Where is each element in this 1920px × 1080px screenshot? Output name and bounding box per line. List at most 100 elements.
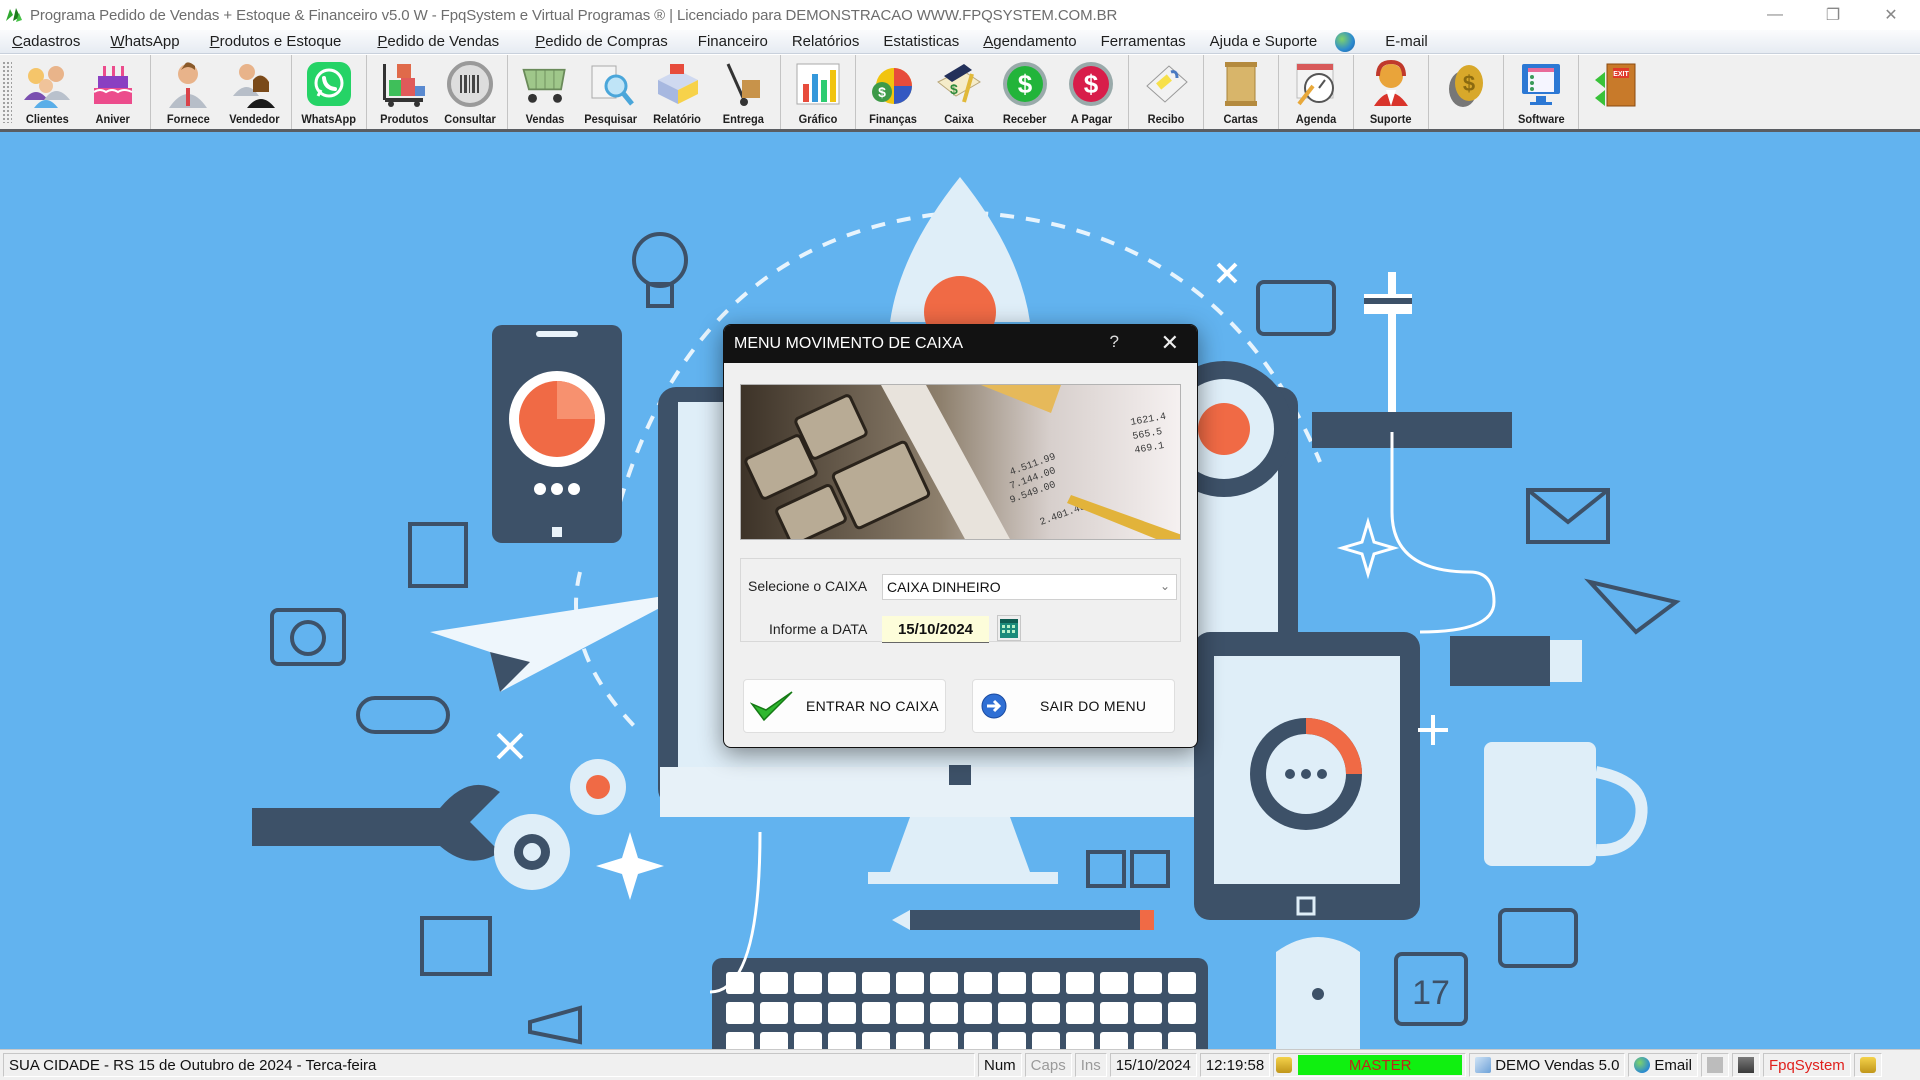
toolbar-agenda-button[interactable]: Agenda xyxy=(1283,55,1349,129)
status-caps: Caps xyxy=(1024,1053,1072,1077)
minimize-button[interactable]: — xyxy=(1746,0,1804,30)
menu-email[interactable]: E-mail xyxy=(1373,33,1440,50)
menu-financeiro[interactable]: Financeiro xyxy=(686,33,780,50)
illustration-key xyxy=(1168,1032,1196,1049)
illustration-key xyxy=(930,1002,958,1024)
illustration-key xyxy=(998,1032,1026,1049)
toolbar-clientes-button[interactable]: Clientes xyxy=(14,55,80,129)
status-keys-button[interactable] xyxy=(1853,1053,1882,1077)
toolbar-software-button[interactable]: Software xyxy=(1508,55,1574,129)
toolbar-apagar-button[interactable]: $ A Pagar xyxy=(1058,55,1124,129)
birthday-cake-icon xyxy=(88,59,138,109)
toolbar-consultar-button[interactable]: Consultar xyxy=(437,55,503,129)
help-button[interactable]: ? xyxy=(1110,332,1119,352)
illustration-key xyxy=(998,972,1026,994)
svg-text:EXIT: EXIT xyxy=(1613,71,1629,78)
illustration-key xyxy=(998,1002,1026,1024)
menu-relatorios[interactable]: Relatórios xyxy=(780,33,872,50)
toolbar-caixa-button[interactable]: $ Caixa xyxy=(926,55,992,129)
date-input[interactable]: 15/10/2024 xyxy=(882,616,989,643)
illustration-key xyxy=(1066,1032,1094,1049)
illustration-key xyxy=(896,1032,924,1049)
toolbar-exit-button[interactable]: EXIT xyxy=(1583,55,1649,129)
menu-agendamento[interactable]: Agendamento xyxy=(971,33,1088,50)
toolbar-recibo-button[interactable]: Recibo xyxy=(1133,55,1199,129)
close-window-button[interactable]: ✕ xyxy=(1862,0,1920,30)
status-network-button[interactable] xyxy=(1731,1053,1760,1077)
illustration-key xyxy=(828,972,856,994)
toolbar-entrega-button[interactable]: Entrega xyxy=(710,55,776,129)
minimize-icon: — xyxy=(1767,6,1783,23)
window-title: Programa Pedido de Vendas + Estoque & Fi… xyxy=(30,6,1118,24)
caixa-select[interactable]: CAIXA DINHEIRO ⌄ xyxy=(882,574,1177,600)
caixa-select-value: CAIXA DINHEIRO xyxy=(887,579,1001,595)
coin-icon: $ xyxy=(1441,59,1491,109)
toolbar-vendedor-button[interactable]: Vendedor xyxy=(221,55,287,129)
menu-pedido-vendas[interactable]: Pedido de Vendas xyxy=(365,33,511,50)
exit-door-icon: EXIT xyxy=(1591,59,1641,109)
status-printer-button[interactable] xyxy=(1700,1053,1729,1077)
email-globe-icon xyxy=(1634,1057,1651,1073)
toolbar-relatorio-button[interactable]: Relatório xyxy=(644,55,710,129)
chevron-down-icon: ⌄ xyxy=(1159,579,1170,593)
caixa-form-panel: Selecione o CAIXA CAIXA DINHEIRO ⌄ Infor… xyxy=(740,558,1181,643)
report-icon xyxy=(652,59,702,109)
menu-whatsapp[interactable]: WhatsApp xyxy=(98,33,191,50)
toolbar-receber-button[interactable]: $ Receber xyxy=(992,55,1058,129)
toolbar-produtos-button[interactable]: Produtos xyxy=(371,55,437,129)
illustration-key xyxy=(1134,972,1162,994)
chart-icon xyxy=(793,59,843,109)
finance-icon: $ xyxy=(868,59,918,109)
menu-ferramentas[interactable]: Ferramentas xyxy=(1089,33,1198,50)
toolbar-vendas-button[interactable]: Vendas xyxy=(512,55,578,129)
supplier-icon xyxy=(163,59,213,109)
illustration-key xyxy=(862,1032,890,1049)
toolbar-fornece-button[interactable]: Fornece xyxy=(155,55,221,129)
cash-register-image: 4.511.99 7.144.00 9.549.00 2.401.48 1621… xyxy=(740,384,1181,540)
receipt-icon xyxy=(1141,59,1191,109)
keys-icon xyxy=(1859,1057,1876,1073)
illustration-key xyxy=(1134,1002,1162,1024)
toolbar-grafico-button[interactable]: Gráfico xyxy=(785,55,851,129)
menu-cadastros[interactable]: Cadastros xyxy=(0,33,92,50)
search-icon xyxy=(586,59,636,109)
toolbar-whatsapp-button[interactable]: WhatsApp xyxy=(296,55,362,129)
toolbar-grip[interactable] xyxy=(2,61,12,123)
svg-text:17: 17 xyxy=(1412,974,1450,1012)
menu-pedido-compras[interactable]: Pedido de Compras xyxy=(523,33,680,50)
toolbar-coin-button[interactable]: $ xyxy=(1433,55,1499,129)
dialog-close-button[interactable]: ✕ xyxy=(1161,330,1179,356)
restore-button[interactable]: ❐ xyxy=(1804,0,1862,30)
app-logo-icon xyxy=(6,8,22,22)
sair-do-menu-button[interactable]: SAIR DO MENU xyxy=(972,679,1175,733)
caixa-dialog: MENU MOVIMENTO DE CAIXA ? ✕ 4.511.99 7.1… xyxy=(723,324,1198,748)
toolbar-suporte-button[interactable]: Suporte xyxy=(1358,55,1424,129)
support-icon xyxy=(1366,59,1416,109)
status-user: MASTER xyxy=(1298,1055,1463,1075)
toolbar-aniver-button[interactable]: Aniver xyxy=(80,55,146,129)
software-icon xyxy=(1516,59,1566,109)
entrar-no-caixa-button[interactable]: ENTRAR NO CAIXA xyxy=(743,679,946,733)
calendar-button[interactable] xyxy=(997,615,1021,641)
illustration-key xyxy=(1066,972,1094,994)
toolbar-cartas-button[interactable]: Cartas xyxy=(1208,55,1274,129)
salesperson-icon xyxy=(229,59,279,109)
status-email-button[interactable]: Email xyxy=(1628,1053,1698,1077)
barcode-icon xyxy=(445,59,495,109)
svg-text:$: $ xyxy=(878,84,886,100)
globe-email-icon[interactable] xyxy=(1335,31,1356,52)
calendar-clock-icon xyxy=(1291,59,1341,109)
illustration-key xyxy=(726,1032,754,1049)
illustration-key xyxy=(1168,1002,1196,1024)
menu-ajuda-suporte[interactable]: Ajuda e Suporte xyxy=(1198,33,1330,50)
menu-estatisticas[interactable]: Estatisticas xyxy=(871,33,971,50)
svg-text:$: $ xyxy=(1084,69,1099,99)
status-time: 12:19:58 xyxy=(1199,1053,1271,1077)
toolbar-financas-button[interactable]: $ Finanças xyxy=(860,55,926,129)
illustration-key xyxy=(862,1002,890,1024)
restore-icon: ❐ xyxy=(1825,7,1841,24)
menu-produtos-estoque[interactable]: Produtos e Estoque xyxy=(198,33,354,50)
toolbar-pesquisar-button[interactable]: Pesquisar xyxy=(578,55,644,129)
illustration-key xyxy=(760,1002,788,1024)
illustration-key xyxy=(862,972,890,994)
